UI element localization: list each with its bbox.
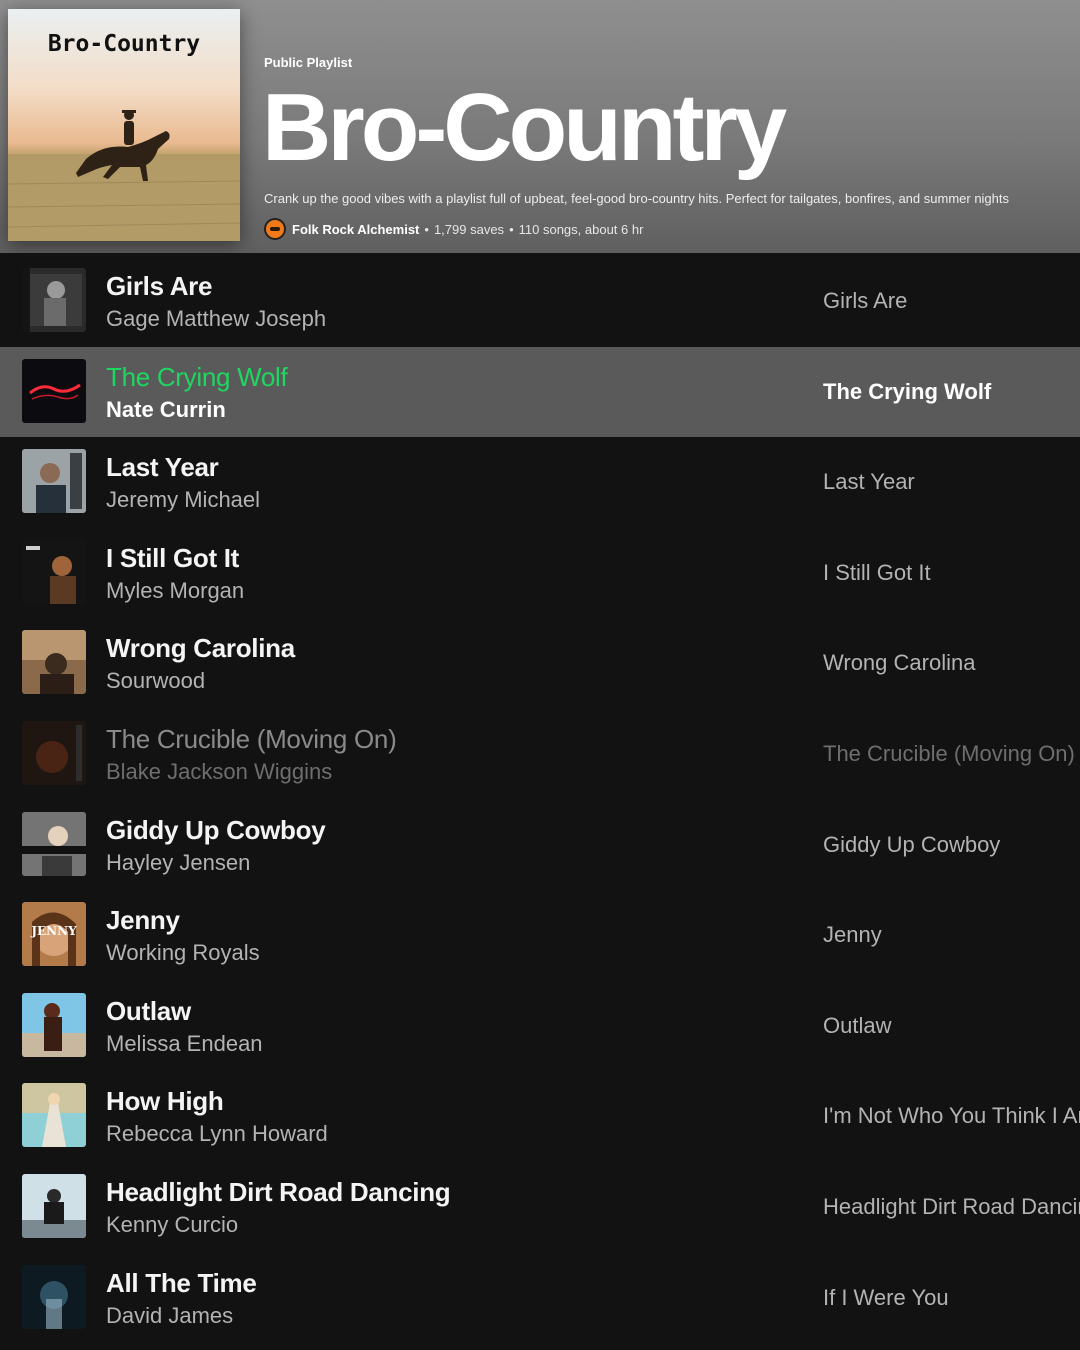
track-artist[interactable]: Sourwood — [106, 668, 205, 694]
playlist-header: Bro-Country Public Playlist Bro-Country … — [0, 0, 1080, 253]
album-thumbnail[interactable] — [22, 539, 86, 604]
album-thumbnail[interactable] — [22, 1264, 86, 1329]
songs-summary: 110 songs, about 6 hr — [518, 221, 644, 237]
track-row-unavailable[interactable]: The Crucible (Moving On) Blake Jackson W… — [0, 709, 1080, 800]
album-thumbnail[interactable] — [22, 811, 86, 876]
track-album[interactable]: Headlight Dirt Road Dancing — [823, 1194, 1080, 1220]
track-title[interactable]: The Crucible (Moving On) — [106, 724, 397, 755]
track-artist[interactable]: Hayley Jensen — [106, 850, 250, 876]
track-title[interactable]: All The Time — [106, 1268, 257, 1299]
track-album[interactable]: I Still Got It — [823, 560, 1080, 586]
cover-title-text: Bro-Country — [47, 31, 201, 57]
track-title[interactable]: Jenny — [106, 905, 180, 936]
track-title[interactable]: Giddy Up Cowboy — [106, 815, 326, 846]
track-album[interactable]: Outlaw — [823, 1013, 1080, 1039]
track-artist[interactable]: Rebecca Lynn Howard — [106, 1121, 328, 1147]
track-list: Girls Are Gage Matthew Joseph Girls Are … — [0, 256, 1080, 1343]
album-thumbnail[interactable] — [22, 630, 86, 695]
track-album[interactable]: The Crying Wolf — [823, 379, 1080, 405]
saves-count: 1,799 saves — [433, 221, 505, 237]
track-artist[interactable]: Working Royals — [106, 940, 260, 966]
track-album[interactable]: Giddy Up Cowboy — [823, 832, 1080, 858]
track-row[interactable]: Girls Are Gage Matthew Joseph Girls Are — [0, 256, 1080, 347]
track-album[interactable]: Wrong Carolina — [823, 650, 1080, 676]
playlist-cover[interactable]: Bro-Country — [8, 9, 240, 241]
playlist-type-label: Public Playlist — [264, 55, 353, 70]
track-row[interactable]: Outlaw Melissa Endean Outlaw — [0, 981, 1080, 1072]
playlist-description: Crank up the good vibes with a playlist … — [264, 191, 1010, 206]
album-thumbnail[interactable] — [22, 720, 86, 785]
track-album[interactable]: The Crucible (Moving On) — [823, 741, 1080, 767]
track-artist[interactable]: Kenny Curcio — [106, 1212, 238, 1238]
track-row[interactable]: Last Year Jeremy Michael Last Year — [0, 437, 1080, 528]
track-album[interactable]: Jenny — [823, 922, 1080, 948]
track-title[interactable]: The Crying Wolf — [106, 362, 288, 393]
playlist-meta: Folk Rock Alchemist • 1,799 saves • 110 … — [264, 218, 643, 240]
track-artist[interactable]: Blake Jackson Wiggins — [106, 759, 332, 785]
track-row[interactable]: All The Time David James If I Were You — [0, 1253, 1080, 1344]
track-title[interactable]: How High — [106, 1086, 224, 1117]
album-thumbnail[interactable]: JENNY — [22, 902, 86, 967]
track-row[interactable]: Wrong Carolina Sourwood Wrong Carolina — [0, 618, 1080, 709]
track-row[interactable]: Headlight Dirt Road Dancing Kenny Curcio… — [0, 1162, 1080, 1253]
owner-name-link[interactable]: Folk Rock Alchemist — [292, 222, 419, 237]
track-row[interactable]: JENNY Jenny Working Royals Jenny — [0, 890, 1080, 981]
album-thumbnail[interactable] — [22, 1173, 86, 1238]
album-thumbnail[interactable] — [22, 992, 86, 1057]
track-row[interactable]: I Still Got It Myles Morgan I Still Got … — [0, 528, 1080, 619]
album-thumbnail[interactable] — [22, 268, 86, 332]
track-title[interactable]: Wrong Carolina — [106, 633, 295, 664]
track-album[interactable]: If I Were You — [823, 1285, 1080, 1311]
track-album[interactable]: Girls Are — [823, 288, 1080, 314]
album-thumbnail[interactable] — [22, 1083, 86, 1148]
album-thumbnail[interactable] — [22, 449, 86, 514]
track-artist[interactable]: David James — [106, 1303, 233, 1329]
track-album[interactable]: I'm Not Who You Think I Am — [823, 1103, 1080, 1129]
track-artist[interactable]: Melissa Endean — [106, 1031, 263, 1057]
track-title[interactable]: Last Year — [106, 452, 219, 483]
page-title: Bro-Country — [262, 74, 787, 181]
track-artist[interactable]: Gage Matthew Joseph — [106, 306, 326, 332]
track-artist[interactable]: Jeremy Michael — [106, 487, 260, 513]
track-title[interactable]: Girls Are — [106, 271, 212, 302]
meta-separator: • — [424, 221, 429, 237]
album-thumbnail[interactable] — [22, 358, 86, 423]
track-row-playing[interactable]: The Crying Wolf Nate Currin The Crying W… — [0, 346, 1080, 438]
meta-separator: • — [509, 221, 514, 237]
owner-avatar[interactable] — [264, 218, 286, 240]
track-title[interactable]: Outlaw — [106, 996, 191, 1027]
track-row[interactable]: How High Rebecca Lynn Howard I'm Not Who… — [0, 1071, 1080, 1162]
track-title[interactable]: Headlight Dirt Road Dancing — [106, 1177, 451, 1208]
track-artist[interactable]: Nate Currin — [106, 397, 226, 423]
track-artist[interactable]: Myles Morgan — [106, 578, 244, 604]
track-row[interactable]: Giddy Up Cowboy Hayley Jensen Giddy Up C… — [0, 800, 1080, 891]
track-title[interactable]: I Still Got It — [106, 543, 239, 574]
jenny-cover-text: JENNY — [30, 924, 77, 938]
track-album[interactable]: Last Year — [823, 469, 1080, 495]
